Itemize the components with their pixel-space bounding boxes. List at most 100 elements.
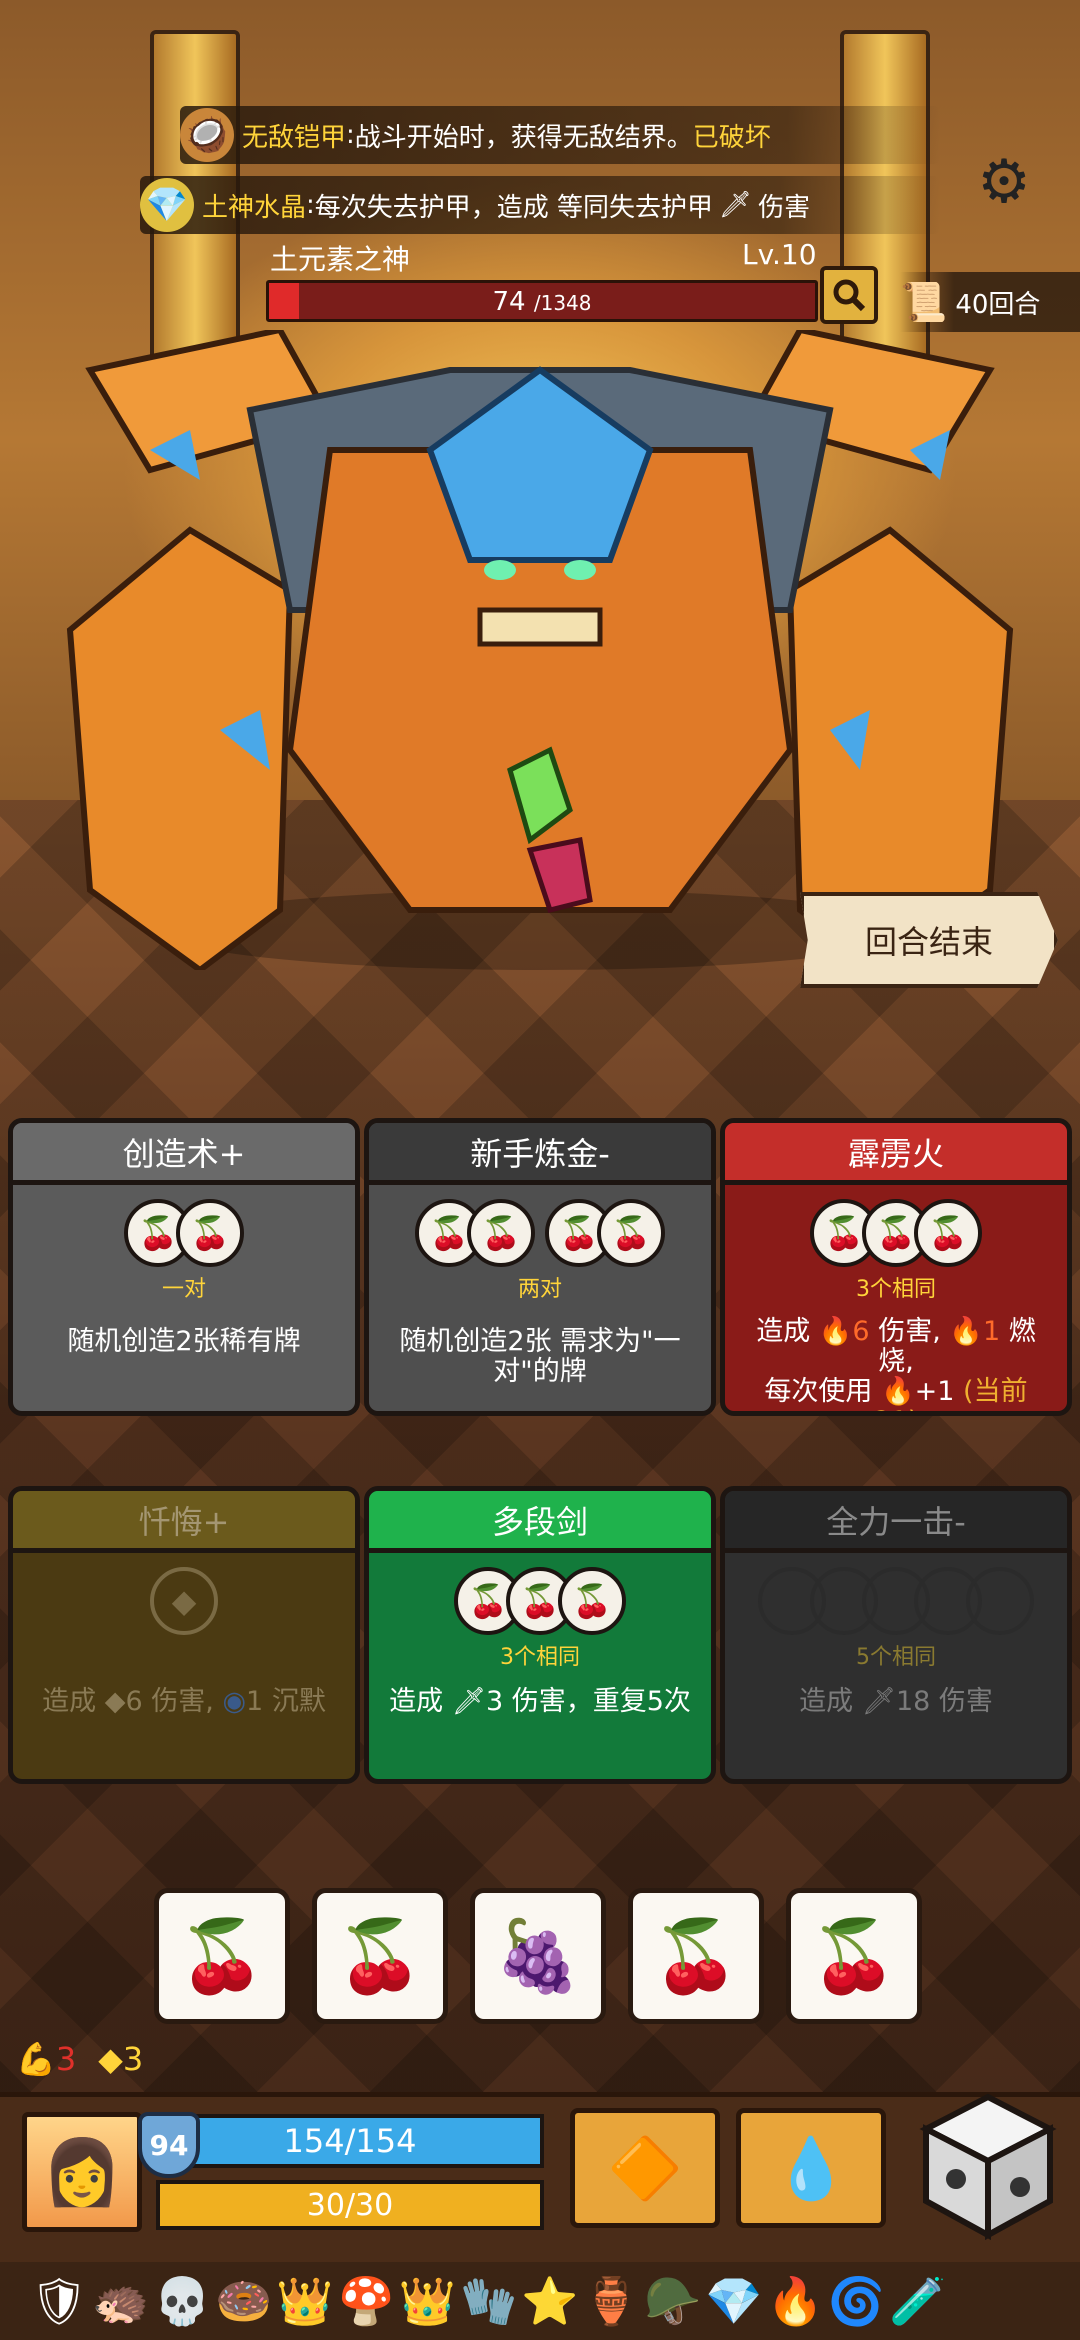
relic-icon[interactable]: 🌀 — [828, 2274, 885, 2329]
card-title: 多段剑 — [369, 1491, 711, 1553]
dice-grape[interactable]: 🍇 — [470, 1888, 606, 2024]
card-requirement: 两对 — [517, 1277, 562, 1302]
card-title: 创造术+ — [13, 1123, 355, 1185]
card-description: 随机创造2张 需求为"一对"的牌 — [399, 1326, 681, 1387]
burn-value: 1 — [983, 1316, 1001, 1347]
relic-icon[interactable]: 🏺 — [583, 2274, 640, 2329]
card-creation[interactable]: 创造术+ 🍒 🍒 一对 随机创造2张稀有牌 — [8, 1118, 360, 1416]
relic-icon[interactable]: 🔥 — [767, 2274, 824, 2329]
relic-icon[interactable]: 🛡 — [30, 2274, 88, 2329]
agility-value: 3 — [122, 2040, 144, 2078]
relic-icon[interactable]: 🧤 — [460, 2274, 517, 2329]
card-slots: 🍒 🍒 🍒 — [725, 1199, 1067, 1269]
agility-status: ◆3 — [98, 2040, 143, 2078]
boss-hp-bar: 74 /1348 — [266, 280, 818, 322]
relic-icon[interactable]: 👑 — [399, 2274, 456, 2329]
relic-icon[interactable]: 👑 — [276, 2274, 333, 2329]
card-description: 随机创造2张稀有牌 — [67, 1326, 301, 1357]
turn-counter: 📜 40回合 — [900, 272, 1080, 332]
card-slots: 🍒 🍒 — [13, 1199, 355, 1269]
card-slots: ◆ — [13, 1567, 355, 1637]
card-slots — [725, 1567, 1067, 1637]
end-turn-button[interactable]: 回合结束 — [800, 892, 1058, 988]
strength-value: 3 — [55, 2040, 77, 2078]
boss-hp-max: /1348 — [533, 291, 592, 315]
card-description: 造成 🔥6 伤害, 🔥1 燃烧, 每次使用 🔥+1 (当前21) — [725, 1316, 1067, 1412]
desc-text: 伤害, — [151, 1686, 214, 1717]
effect-banner-armor: 🥥 无敌铠甲 : 战斗开始时，获得无敌结界。 已破坏 — [180, 106, 940, 164]
roll-dice-button[interactable] — [910, 2086, 1066, 2246]
dice-cherry-4[interactable]: 🍒 — [786, 1888, 922, 2024]
cherry-icon: 🍒 — [178, 1914, 266, 1997]
damage-value: 6 — [852, 1316, 870, 1347]
effect-banner-crystal: 💎 土神水晶 : 每次失去护甲，造成 等同失去护甲 🗡 伤害 — [140, 176, 940, 234]
desc-text: 伤害, — [878, 1316, 941, 1347]
cherry-icon: 🍒 — [652, 1914, 740, 1997]
earth-elemental-boss[interactable] — [30, 330, 1050, 970]
burn-icon: 🔥 — [949, 1316, 984, 1347]
effect-name: 无敌铠甲 — [242, 122, 347, 153]
inspect-magnifier-button[interactable] — [820, 266, 878, 324]
turn-count: 40回合 — [955, 289, 1041, 320]
card-full-strike[interactable]: 全力一击- 5个相同 造成 🗡18 伤害 — [720, 1486, 1072, 1784]
skill-fire-gem-button[interactable]: 🔶 — [570, 2108, 720, 2228]
silence-icon: ◉ — [222, 1686, 247, 1717]
player-energy-bar: 30/30 — [156, 2180, 544, 2230]
card-thunder-fire[interactable]: 霹雳火 🍒 🍒 🍒 3个相同 造成 🔥6 伤害, 🔥1 燃烧, 每次使用 🔥+1… — [720, 1118, 1072, 1416]
sword-icon: 🗡 — [719, 190, 753, 220]
relic-icon[interactable]: 🧪 — [889, 2274, 946, 2329]
card-description: 造成 🗡18 伤害 — [725, 1687, 1067, 1717]
card-requirement — [13, 1639, 355, 1667]
player-avatar[interactable]: 👩 — [22, 2112, 142, 2232]
cherry-icon: 🍒 — [810, 1914, 898, 1997]
card-title: 霹雳火 — [725, 1123, 1067, 1185]
magnifier-icon — [833, 279, 866, 312]
hourglass-scroll-icon: 📜 — [900, 279, 948, 324]
card-multi-sword[interactable]: 多段剑 🍒 🍒 🍒 3个相同 造成 🗡3 伤害，重复5次 — [364, 1486, 716, 1784]
card-novice-alchemy[interactable]: 新手炼金- 🍒 🍒 🍒 🍒 两对 随机创造2张 需求为"一对"的牌 — [364, 1118, 716, 1416]
desc-text: 造成 — [756, 1316, 811, 1347]
walnut-armor-icon: 🥥 — [180, 108, 234, 162]
effect-name: 土神水晶 — [202, 192, 307, 223]
skill-water-orb-button[interactable]: 💧 — [736, 2108, 886, 2228]
flame-icon: 🔥 — [818, 1316, 853, 1347]
relic-icon[interactable]: 🦔 — [92, 2274, 149, 2329]
relic-icon[interactable]: 💎 — [705, 2274, 762, 2329]
strength-icon: 💪 — [16, 2040, 56, 2078]
desc-text: 每次使用 — [764, 1376, 873, 1407]
dice-cube-icon — [919, 2093, 1057, 2241]
dice-cherry-3[interactable]: 🍒 — [628, 1888, 764, 2024]
card-description: 造成 🗡3 伤害，重复5次 — [369, 1687, 711, 1717]
effect-separator: : — [346, 120, 355, 150]
desc-text: 沉默 — [271, 1686, 326, 1717]
dice-cherry-1[interactable]: 🍒 — [154, 1888, 290, 2024]
dice-cherry-2[interactable]: 🍒 — [312, 1888, 448, 2024]
card-requirement: 3个相同 — [856, 1277, 936, 1302]
card-title: 新手炼金- — [369, 1123, 711, 1185]
desc-text: +1 — [914, 1376, 955, 1407]
damage-value: 18 — [895, 1686, 931, 1717]
relic-icon[interactable]: 🪖 — [644, 2274, 701, 2329]
card-repentance[interactable]: 忏悔+ ◆ 造成 ◆6 伤害, ◉1 沉默 — [8, 1486, 360, 1784]
card-slots: 🍒 🍒 🍒 — [369, 1567, 711, 1637]
flame-icon: 🔥 — [881, 1376, 915, 1407]
relic-icon[interactable]: 🍄 — [338, 2274, 395, 2329]
effect-text: 战斗开始时，获得无敌结界。 — [354, 122, 693, 153]
card-slots: 🍒 🍒 🍒 🍒 — [369, 1199, 711, 1269]
effect-suffix: 伤害 — [758, 192, 811, 223]
relic-icon[interactable]: 🍩 — [215, 2274, 272, 2329]
settings-gear-icon[interactable]: ⚙ — [968, 146, 1040, 218]
boss-name: 土元素之神 — [270, 243, 411, 276]
relic-bar: 🛡 🦔 💀 🍩 👑 🍄 👑 🧤 ⭐ 🏺 🪖 💎 🔥 🌀 🧪 — [0, 2262, 1080, 2340]
fire-gem-icon: 🔶 — [607, 2133, 683, 2204]
card-description: 造成 ◆6 伤害, ◉1 沉默 — [13, 1687, 355, 1717]
cherry-icon: 🍒 — [558, 1567, 626, 1635]
grape-icon: 🍇 — [494, 1914, 582, 1997]
effect-status: 已破坏 — [692, 122, 771, 153]
relic-icon[interactable]: ⭐ — [521, 2274, 578, 2329]
card-requirement: 5个相同 — [856, 1645, 936, 1670]
card-title: 全力一击- — [725, 1491, 1067, 1553]
sword-icon: 🗡 — [861, 1686, 896, 1717]
relic-icon[interactable]: 💀 — [154, 2274, 211, 2329]
agility-icon: ◆ — [98, 2040, 123, 2078]
